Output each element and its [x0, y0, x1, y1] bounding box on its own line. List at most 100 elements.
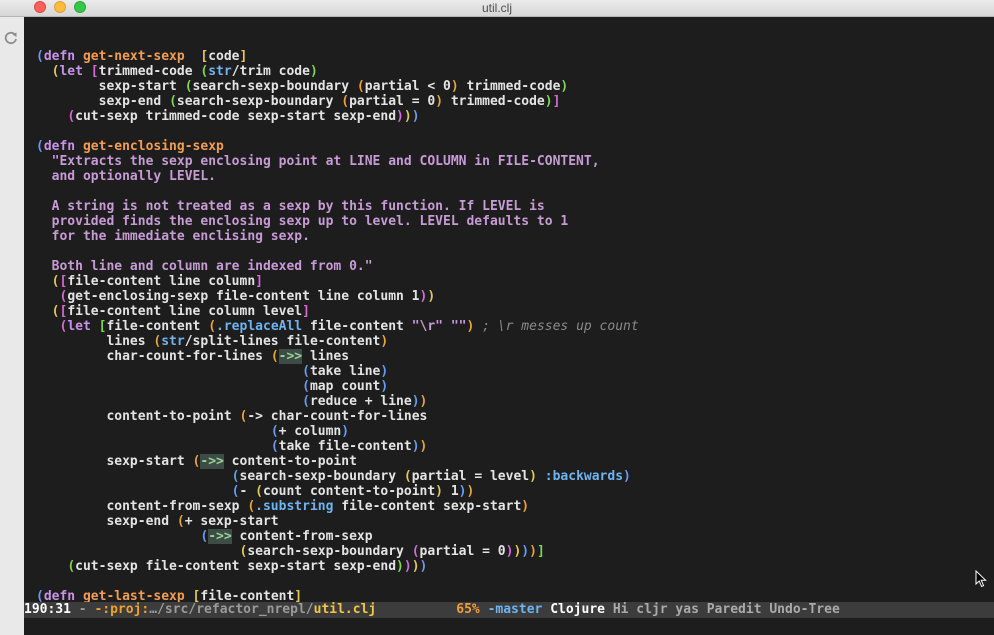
code-token: + column: [278, 424, 342, 439]
echo-area[interactable]: [24, 618, 994, 635]
code-line[interactable]: (search-sexp-boundary (partial = level) …: [36, 469, 639, 484]
code-token: ): [623, 469, 631, 484]
code-token: -> char-count-for-lines: [247, 409, 428, 424]
code-token: (: [403, 469, 412, 484]
modeline-separator: -: [70, 602, 95, 617]
code-line[interactable]: "Extracts the sexp enclosing point at LI…: [36, 154, 639, 169]
code-token: ): [403, 109, 412, 124]
code-token: "\r" "": [411, 319, 467, 334]
code-line[interactable]: (take line): [36, 364, 639, 379]
code-line[interactable]: for the immediate enclising sexp.: [36, 229, 639, 244]
code-token: ): [529, 544, 537, 559]
code-line[interactable]: (get-enclosing-sexp file-content line co…: [36, 289, 639, 304]
code-line[interactable]: [36, 124, 639, 139]
code-token: cut-sexp file-content sexp-start sexp-en…: [75, 559, 397, 574]
code-token: (: [176, 514, 185, 529]
code-token: ): [411, 109, 420, 124]
code-token: str: [161, 334, 185, 349]
code-line[interactable]: ([file-content line column level]: [36, 304, 639, 319]
code-token: (: [302, 379, 310, 394]
code-line[interactable]: content-to-point (-> char-count-for-line…: [36, 409, 639, 424]
code-line[interactable]: A string is not treated as a sexp by thi…: [36, 199, 639, 214]
code-line[interactable]: Both line and column are indexed from 0.…: [36, 259, 639, 274]
code-token: ): [411, 394, 420, 409]
code-token: + sexp-start: [184, 514, 279, 529]
code-token: ): [419, 559, 428, 574]
code-token: ): [435, 484, 443, 499]
reload-icon[interactable]: [3, 30, 19, 46]
code-buffer[interactable]: (defn get-next-sexp [code] (let [trimmed…: [36, 34, 639, 619]
code-line[interactable]: char-count-for-lines (->> lines: [36, 349, 639, 364]
code-token: (: [67, 109, 76, 124]
code-token: "Extracts the sexp enclosing point at LI…: [51, 154, 600, 169]
cursor-position: 190:31: [24, 602, 71, 617]
code-token: provided finds the enclosing sexp up to …: [36, 214, 569, 229]
file-path: …/src/refactor_nrepl/: [149, 602, 314, 617]
code-token: take line: [309, 364, 381, 379]
code-token: ->>: [278, 349, 303, 364]
code-line[interactable]: (take file-content)): [36, 439, 639, 454]
code-token: let: [59, 64, 91, 79]
code-token: (: [184, 79, 193, 94]
code-token: file-content: [106, 319, 209, 334]
code-token: (: [36, 49, 44, 64]
code-token: partial = 0: [419, 544, 506, 559]
code-line[interactable]: sexp-start (->> content-to-point: [36, 454, 639, 469]
code-line[interactable]: (cut-sexp trimmed-code sexp-start sexp-e…: [36, 109, 639, 124]
code-line[interactable]: lines (str/split-lines file-content): [36, 334, 639, 349]
code-token: defn: [43, 139, 83, 154]
code-line[interactable]: [36, 184, 639, 199]
code-line[interactable]: [36, 34, 639, 49]
code-line[interactable]: and optionally LEVEL.: [36, 169, 639, 184]
code-line[interactable]: [36, 574, 639, 589]
code-token: reduce + line: [309, 394, 412, 409]
code-line[interactable]: (- (count content-to-point) 1)): [36, 484, 639, 499]
code-line[interactable]: (map count): [36, 379, 639, 394]
code-token: /trim code: [231, 64, 310, 79]
code-token: ->>: [208, 529, 232, 544]
code-token: lines: [302, 349, 350, 364]
code-line[interactable]: (+ column): [36, 424, 639, 439]
code-editor[interactable]: (defn get-next-sexp [code] (let [trimmed…: [24, 17, 994, 619]
code-line[interactable]: sexp-end (search-sexp-boundary (partial …: [36, 94, 639, 109]
code-token: file-content sexp-start: [333, 499, 522, 514]
code-line[interactable]: (let [trimmed-code (str/trim code): [36, 64, 639, 79]
code-line[interactable]: (search-sexp-boundary (partial = 0))))]: [36, 544, 639, 559]
code-token: (: [231, 469, 240, 484]
code-line[interactable]: ([file-content line column]: [36, 274, 639, 289]
code-token: file-content line column: [67, 274, 256, 289]
code-line[interactable]: (defn get-next-sexp [code]: [36, 49, 639, 64]
code-token: lines: [36, 334, 154, 349]
code-token: (: [270, 439, 279, 454]
code-token: (: [36, 139, 44, 154]
code-line[interactable]: provided finds the enclosing sexp up to …: [36, 214, 639, 229]
code-line[interactable]: content-from-sexp (.substring file-conte…: [36, 499, 639, 514]
code-token: A string is not treated as a sexp by thi…: [36, 199, 545, 214]
code-line[interactable]: (cut-sexp file-content sexp-start sexp-e…: [36, 559, 639, 574]
code-token: ): [427, 289, 436, 304]
code-token: (: [231, 484, 240, 499]
code-token: sexp-start: [36, 454, 193, 469]
title-bar[interactable]: util.clj: [0, 0, 994, 17]
code-token: cut-sexp trimmed-code sexp-start sexp-en…: [75, 109, 397, 124]
code-line[interactable]: sexp-start (search-sexp-boundary (partia…: [36, 79, 639, 94]
code-line[interactable]: (->> content-from-sexp: [36, 529, 639, 544]
code-token: sexp-end: [36, 514, 177, 529]
code-token: let: [67, 319, 99, 334]
code-line[interactable]: (let [file-content (.replaceAll file-con…: [36, 319, 638, 334]
code-line[interactable]: (defn get-enclosing-sexp: [36, 139, 639, 154]
code-line[interactable]: [36, 244, 639, 259]
code-token: ): [419, 439, 428, 454]
code-line[interactable]: sexp-end (+ sexp-start: [36, 514, 639, 529]
code-token: ): [411, 559, 420, 574]
code-token: defn: [43, 49, 83, 64]
code-line[interactable]: (reduce + line)): [36, 394, 639, 409]
code-token: (: [356, 79, 365, 94]
